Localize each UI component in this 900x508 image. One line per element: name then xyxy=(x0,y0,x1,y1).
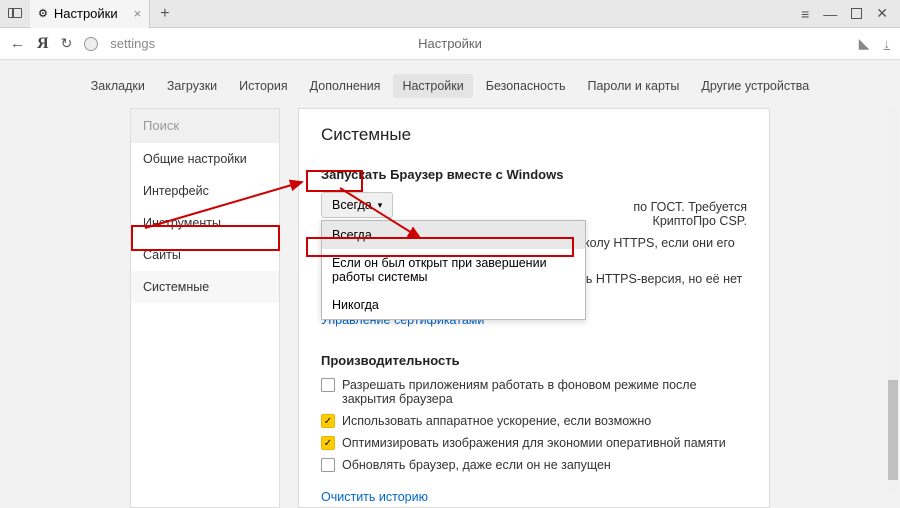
checkbox-icon[interactable] xyxy=(321,458,335,472)
nav-downloads[interactable]: Загрузки xyxy=(158,74,226,98)
browser-tab[interactable]: ⚙ Настройки × xyxy=(30,0,150,28)
check-hw-row[interactable]: ✓ Использовать аппаратное ускорение, есл… xyxy=(321,414,747,428)
content-panel: Системные Запускать Браузер вместе с Win… xyxy=(298,108,770,508)
section-perf-title: Производительность xyxy=(321,353,747,368)
sidebar-item-general[interactable]: Общие настройки xyxy=(131,143,279,175)
titlebar: ⚙ Настройки × + ≡ — ✕ xyxy=(0,0,900,28)
nav-devices[interactable]: Другие устройства xyxy=(692,74,818,98)
check-bg-row[interactable]: Разрешать приложениям работать в фоновом… xyxy=(321,378,747,406)
startup-dropdown[interactable]: Всегда ▾ xyxy=(321,192,393,218)
nav-bookmarks[interactable]: Закладки xyxy=(82,74,154,98)
dropdown-option-never[interactable]: Никогда xyxy=(322,291,585,319)
close-tab-icon[interactable]: × xyxy=(134,6,142,21)
startup-dropdown-menu: Всегда Если он был открыт при завершении… xyxy=(321,220,586,320)
scrollbar-track[interactable] xyxy=(888,110,898,490)
dropdown-option-ifopen[interactable]: Если он был открыт при завершении работы… xyxy=(322,249,585,291)
menu-icon[interactable]: ≡ xyxy=(801,6,809,22)
chevron-down-icon: ▾ xyxy=(378,200,383,211)
download-icon[interactable]: ↓ xyxy=(884,36,891,51)
minimize-icon[interactable]: — xyxy=(823,6,837,22)
url-text[interactable]: settings xyxy=(110,36,155,51)
nav-history[interactable]: История xyxy=(230,74,296,98)
yandex-home-icon[interactable]: Я xyxy=(37,35,49,53)
gear-icon: ⚙ xyxy=(38,7,48,20)
dropdown-selected: Всегда xyxy=(332,198,372,212)
addressbar: ← Я ↻ settings Настройки ◣ ↓ xyxy=(0,28,900,60)
check-label: Использовать аппаратное ускорение, если … xyxy=(342,414,651,428)
globe-icon xyxy=(84,37,98,51)
sidebar-item-interface[interactable]: Интерфейс xyxy=(131,175,279,207)
tab-title: Настройки xyxy=(54,6,118,21)
close-window-icon[interactable]: ✕ xyxy=(876,5,888,22)
link-clear-history[interactable]: Очистить историю xyxy=(321,490,747,504)
back-icon[interactable]: ← xyxy=(10,35,25,52)
scrollbar-thumb[interactable] xyxy=(888,380,898,480)
check-label: Разрешать приложениям работать в фоновом… xyxy=(342,378,747,406)
sidebar: Поиск Общие настройки Интерфейс Инструме… xyxy=(130,108,280,508)
nav-security[interactable]: Безопасность xyxy=(477,74,575,98)
search-input[interactable]: Поиск xyxy=(131,109,279,143)
check-label: Обновлять браузер, даже если он не запущ… xyxy=(342,458,611,472)
dropdown-option-always[interactable]: Всегда xyxy=(322,221,585,249)
check-label: Оптимизировать изображения для экономии … xyxy=(342,436,726,450)
check-upd-row[interactable]: Обновлять браузер, даже если он не запущ… xyxy=(321,458,747,472)
checkbox-checked-icon[interactable]: ✓ xyxy=(321,436,335,450)
panels-toggle[interactable] xyxy=(0,6,30,21)
bookmark-icon[interactable]: ◣ xyxy=(859,35,870,52)
sidebar-item-tools[interactable]: Инструменты xyxy=(131,207,279,239)
sidebar-item-sites[interactable]: Сайты xyxy=(131,239,279,271)
section-startup-title: Запускать Браузер вместе с Windows xyxy=(321,167,747,182)
maximize-icon[interactable] xyxy=(851,6,862,22)
nav-addons[interactable]: Дополнения xyxy=(301,74,390,98)
main-area: Поиск Общие настройки Интерфейс Инструме… xyxy=(0,108,900,508)
content-heading: Системные xyxy=(321,125,747,145)
checkbox-icon[interactable] xyxy=(321,378,335,392)
reload-icon[interactable]: ↻ xyxy=(61,35,73,52)
checkbox-checked-icon[interactable]: ✓ xyxy=(321,414,335,428)
sidebar-item-system[interactable]: Системные xyxy=(131,271,279,303)
new-tab-button[interactable]: + xyxy=(150,5,179,23)
nav-settings[interactable]: Настройки xyxy=(393,74,472,98)
nav-passwords[interactable]: Пароли и карты xyxy=(579,74,689,98)
page-title: Настройки xyxy=(418,36,482,51)
check-img-row[interactable]: ✓ Оптимизировать изображения для экономи… xyxy=(321,436,747,450)
settings-topnav: Закладки Загрузки История Дополнения Нас… xyxy=(0,60,900,108)
